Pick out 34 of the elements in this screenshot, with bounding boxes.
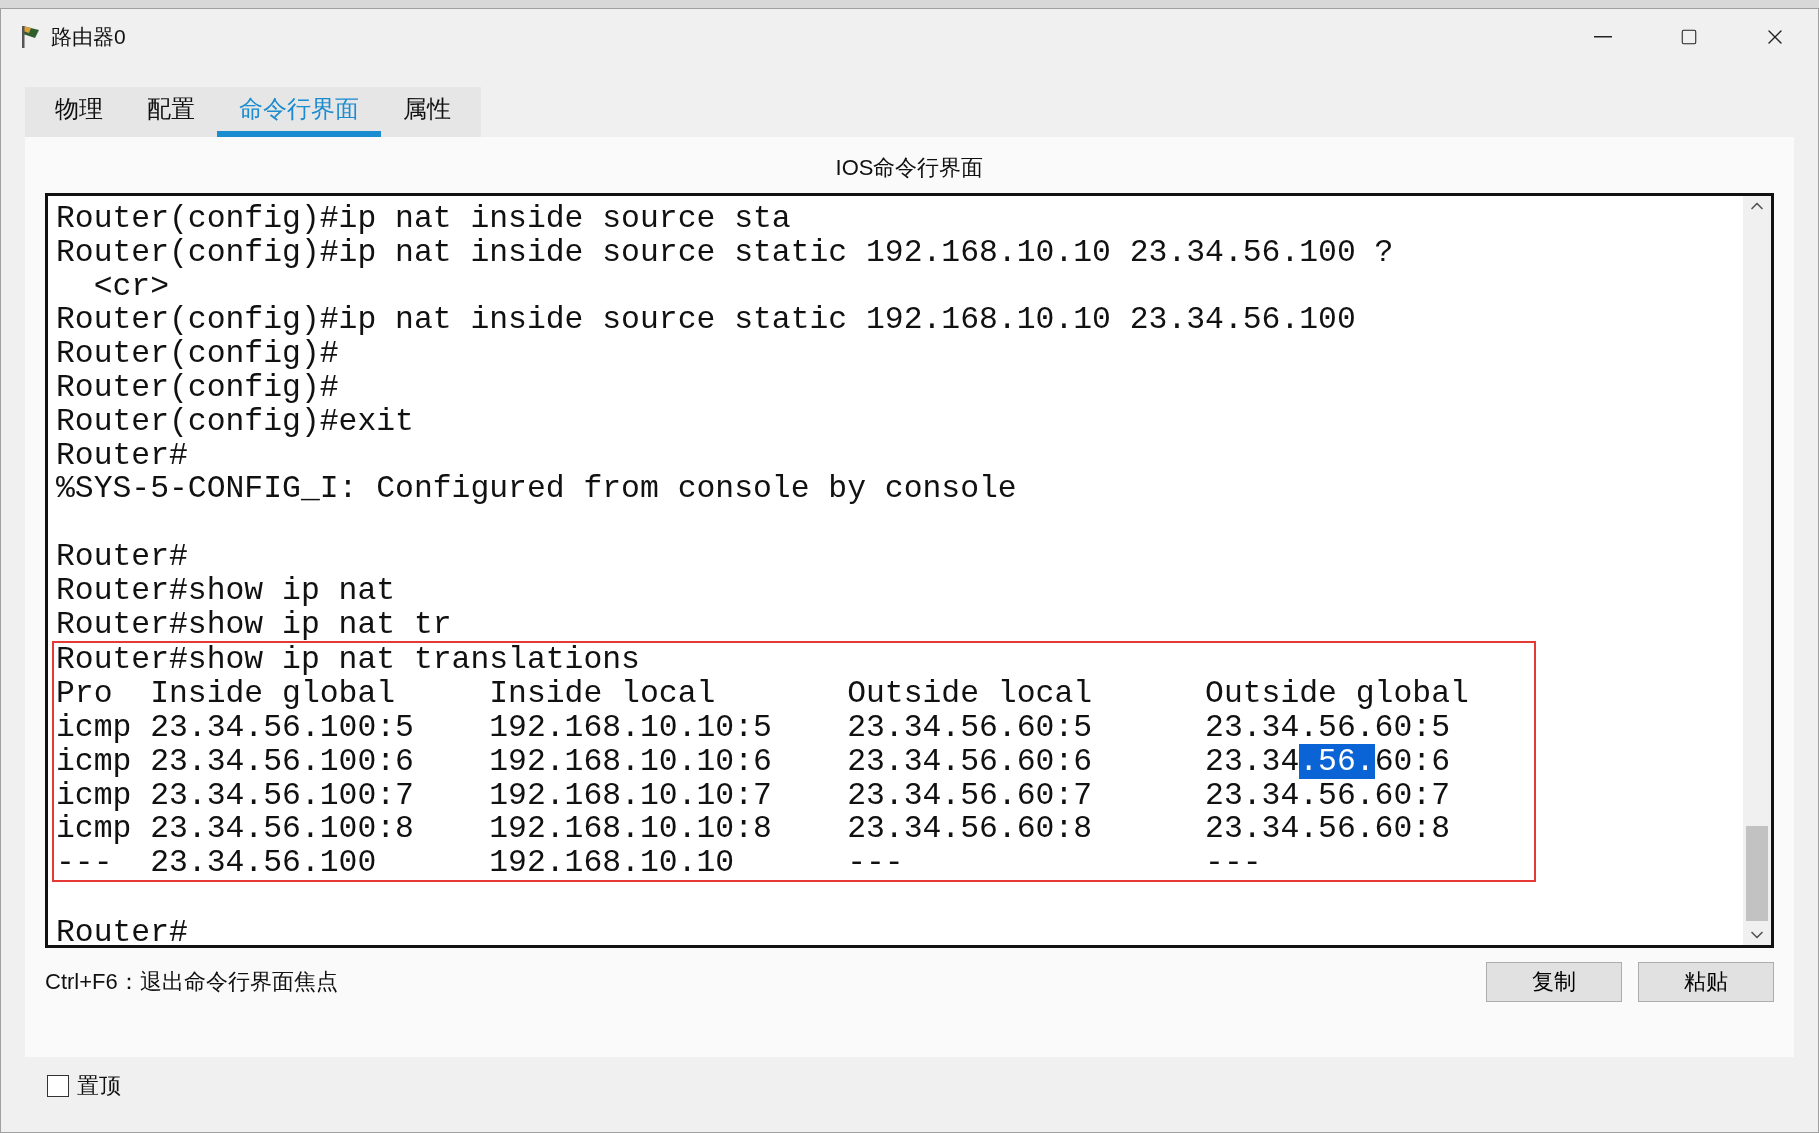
action-button[interactable]: 粘贴 bbox=[1638, 962, 1774, 1002]
terminal-line: Pro Inside global Inside local Outside local Outside global bbox=[56, 677, 1470, 711]
terminal-line: Router#show ip nat bbox=[56, 573, 397, 608]
scrollbar-thumb[interactable] bbox=[1746, 826, 1768, 921]
terminal-line: Router#show ip nat tr bbox=[56, 607, 453, 642]
checkbox-label: 置顶 bbox=[77, 1072, 121, 1100]
tab[interactable]: 配置 bbox=[125, 87, 217, 137]
terminal-line: Router# bbox=[56, 438, 189, 473]
terminal-line: Router(config)#ip nat inside source static 192.168.10.10 23.34.56.100 ? bbox=[56, 235, 1395, 270]
window-title: 路由器0 bbox=[51, 24, 127, 50]
tab[interactable]: 属性 bbox=[381, 87, 473, 137]
terminal-line: Router(config)#ip nat inside source sta bbox=[56, 202, 792, 236]
terminal-line: icmp 23.34.56.100:7 192.168.10.10:7 23.34.56.60:7 23.34.56.60:7 bbox=[56, 778, 1451, 813]
terminal-line: Router(config)#exit bbox=[56, 404, 415, 439]
tab[interactable]: 物理 bbox=[33, 87, 125, 137]
terminal-line: Router(config)# bbox=[56, 371, 340, 405]
terminal-line: <cr> bbox=[92, 269, 171, 304]
terminal-line: %SYS-5-CONFIG_I: Configured from console by console bbox=[56, 472, 1018, 507]
panel-title: IOS命令行界面 bbox=[834, 154, 985, 182]
terminal-line: Router# bbox=[56, 539, 189, 574]
checkbox[interactable] bbox=[47, 1075, 69, 1097]
shortcut-hint: Ctrl+F6：退出命令行界面焦点 bbox=[45, 968, 339, 996]
terminal-line: Router# bbox=[56, 915, 189, 950]
terminal-line: icmp 23.34.56.100:8 192.168.10.10:8 23.34.56.60:8 23.34.56.60:8 bbox=[56, 812, 1451, 847]
terminal-line: icmp 23.34.56.100:6 192.168.10.10:6 23.34.56.60:6 23.34.56.60:6 bbox=[56, 744, 1451, 779]
terminal-line: icmp 23.34.56.100:5 192.168.10.10:5 23.34.56.60:5 23.34.56.60:5 bbox=[56, 710, 1451, 745]
terminal-line: --- 23.34.56.100 192.168.10.10 --- --- bbox=[56, 846, 1263, 880]
terminal-line: Router(config)# bbox=[56, 337, 340, 371]
terminal[interactable] bbox=[45, 193, 1774, 948]
action-button[interactable]: 复制 bbox=[1486, 962, 1622, 1002]
minimize-icon bbox=[1594, 36, 1612, 38]
maximize-icon bbox=[1680, 28, 1698, 46]
terminal-line: Router#show ip nat translations bbox=[56, 643, 641, 678]
terminal-line: Router(config)#ip nat inside source static 192.168.10.10 23.34.56.100 bbox=[56, 303, 1357, 338]
